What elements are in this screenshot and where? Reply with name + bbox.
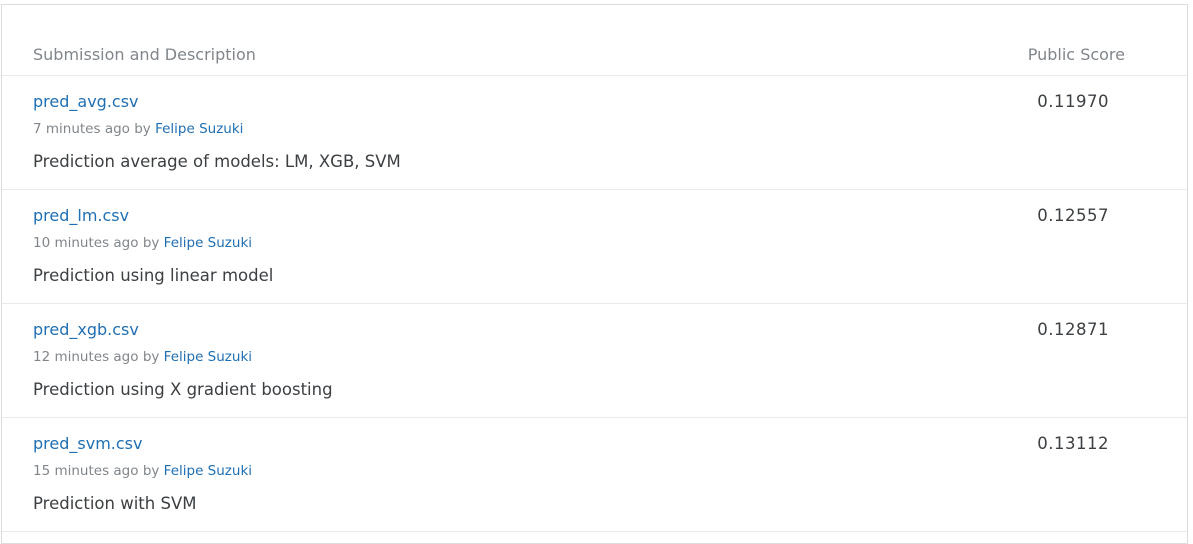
public-score: 0.12557 [1037,206,1109,225]
submission-description: Prediction using linear model [33,266,274,285]
public-score: 0.12871 [1037,320,1109,339]
column-header-description: Submission and Description [33,45,256,64]
table-header: Submission and Description Public Score [2,5,1187,76]
table-row: pred_avg.csv 7 minutes ago by Felipe Suz… [2,76,1187,190]
author-link[interactable]: Felipe Suzuki [155,121,243,137]
submission-meta: 15 minutes ago by Felipe Suzuki [33,463,252,479]
submission-time: 7 minutes ago [33,121,130,137]
submission-description: Prediction with SVM [33,494,197,513]
submission-file-link[interactable]: pred_svm.csv [33,434,142,453]
author-link[interactable]: Felipe Suzuki [164,349,252,365]
submission-time: 12 minutes ago [33,349,139,365]
by-label: by [134,121,151,137]
submission-meta: 12 minutes ago by Felipe Suzuki [33,349,252,365]
submission-time: 15 minutes ago [33,463,139,479]
submission-time: 10 minutes ago [33,235,139,251]
submission-file-link[interactable]: pred_avg.csv [33,92,139,111]
submission-file-link[interactable]: pred_xgb.csv [33,320,139,339]
table-row: pred_lm.csv 10 minutes ago by Felipe Suz… [2,190,1187,304]
submissions-table: Submission and Description Public Score … [1,4,1188,544]
submission-meta: 7 minutes ago by Felipe Suzuki [33,121,243,137]
by-label: by [142,235,160,251]
submission-file-link[interactable]: pred_lm.csv [33,206,129,225]
table-row: pred_svm.csv 15 minutes ago by Felipe Su… [2,418,1187,532]
author-link[interactable]: Felipe Suzuki [164,463,252,479]
by-label: by [142,463,160,479]
by-label: by [142,349,160,365]
submission-description: Prediction average of models: LM, XGB, S… [33,152,401,171]
table-row: pred_xgb.csv 12 minutes ago by Felipe Su… [2,304,1187,418]
public-score: 0.13112 [1037,434,1109,453]
column-header-public-score: Public Score [1027,45,1125,64]
author-link[interactable]: Felipe Suzuki [164,235,252,251]
submission-meta: 10 minutes ago by Felipe Suzuki [33,235,252,251]
submission-description: Prediction using X gradient boosting [33,380,333,399]
public-score: 0.11970 [1037,92,1109,111]
